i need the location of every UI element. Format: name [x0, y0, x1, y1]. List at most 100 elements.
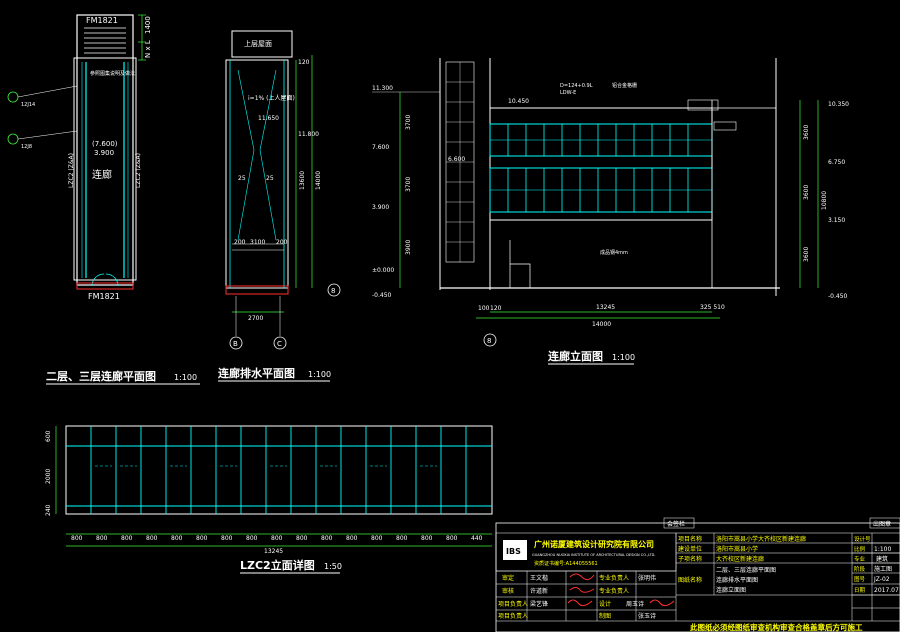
tb-r1a: 审定 [502, 574, 514, 582]
lzc2-dim-label: 800 [246, 535, 258, 542]
plan-tag-2: 12J8 [21, 144, 32, 150]
tb-build-label: 建设单位 [678, 545, 702, 553]
plan-level-1: (7.600) [92, 140, 118, 148]
tb-major-value: 建筑 [876, 555, 888, 563]
tb-r4d: 张玉诗 [638, 612, 656, 620]
drain-v1: 120 [298, 59, 310, 66]
tb-seal-label: 出图章 [873, 520, 891, 528]
plan-tag-1: 12J14 [21, 102, 35, 108]
lzc2-total: 13245 [264, 548, 283, 555]
lzc2-h-bot: 240 [45, 504, 52, 516]
plan-side-right: LZC2 (Z&A) [135, 153, 142, 188]
lzc2-dim-label: 800 [346, 535, 358, 542]
drain-axis-b: B [233, 340, 238, 348]
lzc2-dim-label: 800 [96, 535, 108, 542]
lzc2-dim-label: 800 [296, 535, 308, 542]
elev-level-1: 11.300 [372, 85, 393, 92]
tb-drawing-2: 连廊排水平面图 [716, 576, 758, 584]
corridor-floor-plan: 1400 N x L FM1821 FM1821 连廊 (7.600) 3.90… [7, 14, 200, 385]
tb-company: 广州诺厦建筑设计研究院有限公司 [534, 539, 654, 549]
lzc2-dim-label: 440 [471, 535, 483, 542]
plan-door-bottom: FM1821 [88, 292, 120, 301]
tb-scale-label: 比例 [854, 545, 866, 553]
plan-note-top: 参照图集说明及做法 [90, 70, 135, 77]
elev-w-100: 100 [478, 305, 490, 312]
elev-note-1: D=124+0.9L [560, 83, 593, 89]
elev-level-5: -0.450 [372, 292, 392, 299]
drain-level: 11.650 [258, 115, 279, 122]
tb-drawing-1: 二层、三层连廊平面图 [716, 566, 776, 574]
drain-scale: 1:100 [308, 370, 331, 379]
lzc2-dim-label: 800 [421, 535, 433, 542]
tb-company-en: GUANGZHOU NUOXIA INSTITUTE OF ARCHITECTU… [532, 553, 656, 557]
elev-right-h4: 10800 [821, 191, 828, 210]
elev-h2: 3700 [405, 177, 412, 192]
elev-h3: 3900 [405, 240, 412, 255]
elev-scale: 1:100 [612, 353, 635, 362]
signature-4 [649, 599, 675, 607]
tb-phase-value: 施工图 [874, 565, 892, 573]
drain-d2: 25 [266, 175, 274, 182]
elev-right-level-3: 3.150 [828, 217, 845, 224]
drain-v4: 11.800 [298, 131, 319, 138]
elev-right-h2: 3600 [803, 185, 810, 200]
elev-right-level-4: -0.450 [828, 293, 848, 300]
tb-r1c: 专业负责人 [599, 574, 629, 582]
plan-dim-a: 1400 [144, 16, 152, 34]
drain-d5: 200 [276, 239, 288, 246]
elev-right-h3: 3600 [803, 247, 810, 262]
signature-3 [567, 599, 593, 607]
lzc2-dim-label: 800 [171, 535, 183, 542]
tb-license: 资质证书编号:A144055561 [534, 560, 598, 567]
elev-w-left: 120 [490, 305, 502, 312]
tb-r2c: 专业负责人 [599, 587, 629, 595]
tb-stage-label: 设计号 [854, 535, 871, 543]
elev-mid-level: 6.600 [448, 156, 465, 163]
drain-axis-8: 8 [331, 287, 335, 295]
elev-w-total: 14000 [592, 321, 611, 328]
elev-note-4: 成品钢4mm [600, 249, 628, 256]
lzc2-dim-label: 800 [71, 535, 83, 542]
corridor-elevation: 11.300 7.600 3.900 ±0.000 -0.450 3700 37… [372, 58, 849, 365]
tb-r3a: 项目负责人 [498, 600, 528, 608]
corridor-drainage-plan: 上层屋面 i=1% (上人屋面) 11.650 25 25 200 3100 2… [218, 30, 341, 382]
drain-axis-c: C [277, 340, 282, 348]
drain-v2: 13600 [299, 171, 306, 190]
elev-title: 连廊立面图 [548, 349, 603, 363]
tb-num-value: JZ-02 [873, 576, 890, 583]
lzc2-dim-label: 800 [221, 535, 233, 542]
tb-r3b: 梁艺锋 [530, 600, 548, 608]
tb-proj-value: 洛阳市嵩县小学大齐校区新建连廊 [716, 535, 806, 543]
tb-major-label: 专业 [854, 555, 866, 563]
elev-level-3: 3.900 [372, 204, 389, 211]
elev-h1: 3700 [405, 115, 412, 130]
lzc2-scale: 1:50 [324, 562, 342, 571]
tb-footer: 此图纸必须经图纸审查机构审查合格盖章后方可施工 [690, 622, 863, 632]
tb-sub-label: 子项名称 [678, 555, 702, 563]
plan-callout-2 [7, 133, 19, 145]
tb-scale-value: 1:100 [874, 546, 891, 553]
plan-side-left: LZC2 (Z&A) [68, 153, 75, 188]
lzc2-dim-label: 800 [446, 535, 458, 542]
tb-sign-label: 会签栏 [667, 520, 685, 528]
plan-level-2: 3.900 [94, 149, 114, 157]
elev-note-3: 铝合金格栅 [612, 82, 637, 89]
lzc2-dim-label: 800 [121, 535, 133, 542]
elev-w-right: 325 510 [700, 304, 725, 311]
lzc2-dim-label: 800 [146, 535, 158, 542]
lzc2-dim-label: 800 [371, 535, 383, 542]
drain-d4: 3100 [250, 239, 265, 246]
tb-num-label: 图号 [854, 575, 866, 583]
tb-r1b: 王文楷 [530, 574, 548, 582]
tb-r4c: 制图 [599, 612, 611, 620]
drain-note: i=1% (上人屋面) [248, 94, 295, 102]
drain-d3: 200 [234, 239, 246, 246]
lzc2-dim-label: 800 [396, 535, 408, 542]
cad-drawing-canvas: 1400 N x L FM1821 FM1821 连廊 (7.600) 3.90… [7, 14, 900, 632]
lzc2-title: LZC2立面详图 [240, 558, 315, 572]
elev-right-h1: 3600 [803, 125, 810, 140]
lzc2-dim-label: 800 [321, 535, 333, 542]
tb-proj-label: 项目名称 [678, 535, 702, 543]
title-block: 会签栏 出图章 IBS 广州诺厦建筑设计研究院有限公司 GUANGZHOU NU… [495, 517, 900, 632]
tb-r3d: 周玉诗 [626, 600, 644, 608]
